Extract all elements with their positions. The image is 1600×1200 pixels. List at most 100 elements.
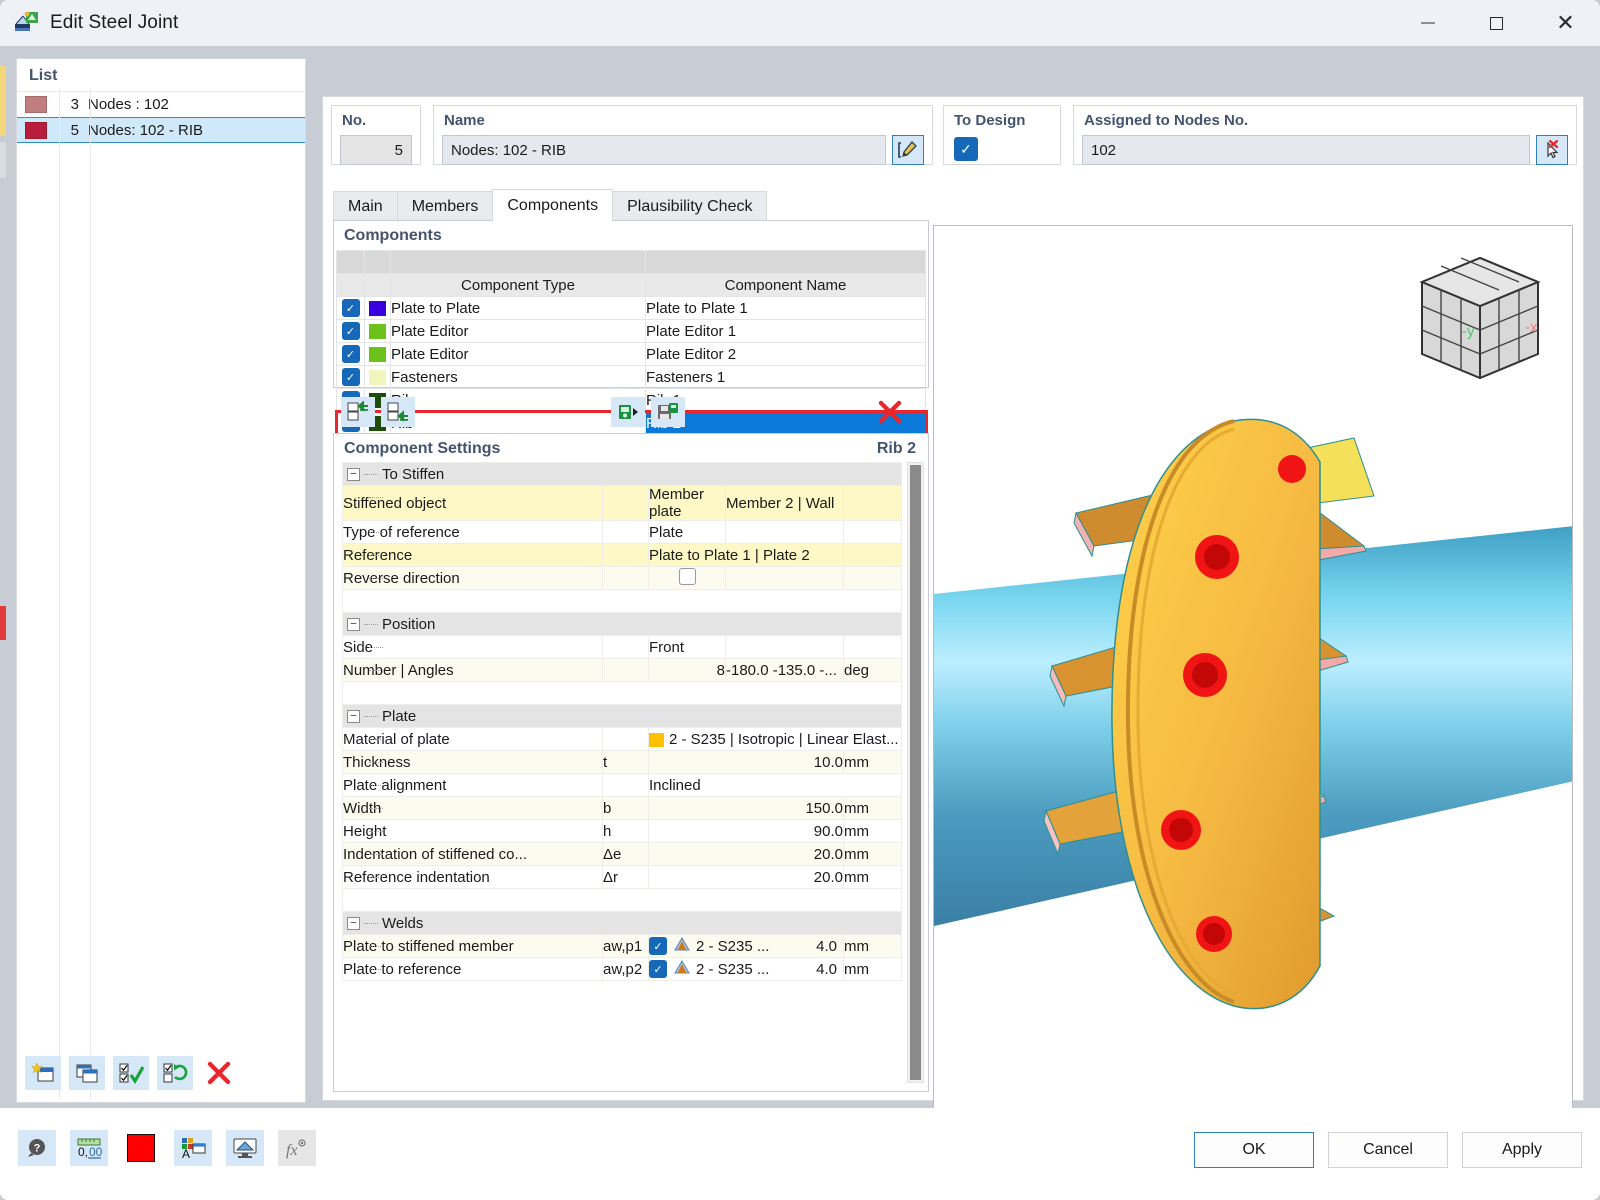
row-value[interactable]: 10.0 [648, 750, 844, 774]
to-design-checkbox[interactable]: ✓ [954, 137, 978, 161]
graphic-print-button[interactable] [226, 1130, 264, 1166]
select-all-button[interactable] [113, 1056, 149, 1090]
delete-component-button[interactable] [873, 397, 907, 427]
settings-row[interactable]: Side Front [342, 635, 902, 659]
collapse-icon[interactable]: − [347, 916, 360, 930]
delete-joint-button[interactable] [201, 1056, 237, 1090]
pencil-edit-icon-button[interactable] [892, 135, 924, 165]
settings-row[interactable]: Width b 150.0 mm [342, 796, 902, 820]
row-value[interactable]: Inclined [648, 773, 902, 797]
row-label: Stiffened object [342, 485, 603, 521]
row-value[interactable]: 150.0 [648, 796, 844, 820]
help-button[interactable]: ? [18, 1130, 56, 1166]
assigned-nodes-input[interactable] [1082, 135, 1530, 165]
apply-button[interactable]: Apply [1462, 1132, 1582, 1168]
settings-row[interactable]: Plate to reference aw,p2 ✓ 2 - S235 ... … [342, 957, 902, 981]
ok-button[interactable]: OK [1194, 1132, 1314, 1168]
weld-material[interactable]: 2 - S235 ... [696, 961, 769, 978]
row-value[interactable]: 8 [648, 658, 726, 682]
row-component-type: Fasteners [390, 365, 646, 389]
row-label: Reference [342, 543, 603, 567]
table-row[interactable]: ✓ Fasteners Fasteners 1 [336, 365, 926, 389]
settings-row[interactable]: Thickness t 10.0 mm [342, 750, 902, 774]
maximize-button[interactable] [1462, 0, 1531, 46]
table-row[interactable]: ✓ Plate Editor Plate Editor 1 [336, 319, 926, 343]
settings-row[interactable]: Plate to stiffened member aw,p1 ✓ 2 - S2… [342, 934, 902, 958]
list-item[interactable]: 5 Nodes: 102 - RIB [17, 117, 305, 143]
group-to-stiffen[interactable]: − To Stiffen [342, 462, 902, 486]
export-component-button[interactable] [651, 397, 685, 427]
collapse-icon[interactable]: − [347, 467, 360, 481]
row-checkbox[interactable]: ✓ [336, 296, 365, 320]
row-unit: mm [843, 934, 902, 958]
collapse-icon[interactable]: − [347, 709, 360, 723]
settings-row[interactable]: Material of plate 2 - S235 | Isotropic |… [342, 727, 902, 751]
row-color-swatch [364, 342, 391, 366]
header-component-name[interactable]: Component Name [645, 273, 926, 297]
settings-row[interactable]: Reference Plate to Plate 1 | Plate 2 [342, 543, 902, 567]
weld-size[interactable]: 4.0 [816, 938, 843, 955]
row-unit: mm [843, 842, 902, 866]
import-component-button[interactable] [611, 397, 645, 427]
row-checkbox[interactable]: ✓ [336, 365, 365, 389]
weld-enable-checkbox[interactable]: ✓ [649, 937, 667, 955]
settings-row[interactable]: Number | Angles 8 -180.0 -135.0 -... deg [342, 658, 902, 682]
model-viewport[interactable]: -y -x [933, 225, 1573, 1110]
copy-joint-button[interactable] [69, 1056, 105, 1090]
group-label: To Stiffen [382, 465, 445, 483]
row-checkbox[interactable]: ✓ [336, 342, 365, 366]
invert-selection-button[interactable] [157, 1056, 193, 1090]
color-button[interactable] [122, 1130, 160, 1166]
table-row[interactable]: ✓ Plate to Plate Plate to Plate 1 [336, 296, 926, 320]
name-input[interactable] [442, 135, 886, 165]
tab-components[interactable]: Components [492, 189, 614, 221]
row-extra[interactable]: Member 2 | Wall [725, 485, 844, 521]
tab-plausibility-check[interactable]: Plausibility Check [612, 191, 768, 221]
material-of-plate-value[interactable]: 2 - S235 | Isotropic | Linear Elast... [648, 727, 902, 751]
row-value[interactable]: Member plate [648, 485, 726, 521]
weld-enable-checkbox[interactable]: ✓ [649, 960, 667, 978]
settings-row[interactable]: Type of reference Plate [342, 520, 902, 544]
header-component-type[interactable]: Component Type [390, 273, 646, 297]
tab-members[interactable]: Members [396, 191, 494, 221]
close-button[interactable]: ✕ [1531, 0, 1600, 46]
group-plate[interactable]: − Plate [342, 704, 902, 728]
row-value[interactable]: 20.0 [648, 865, 844, 889]
new-joint-button[interactable] [25, 1056, 61, 1090]
settings-row[interactable]: Stiffened object Member plate Member 2 |… [342, 485, 902, 521]
list-item[interactable]: 3 Nodes : 102 [17, 91, 305, 117]
row-checkbox[interactable]: ✓ [336, 319, 365, 343]
row-value[interactable]: Front [648, 635, 726, 659]
settings-row[interactable]: Reverse direction [342, 566, 902, 590]
group-position[interactable]: − Position [342, 612, 902, 636]
move-component-up-button[interactable] [341, 397, 375, 427]
cancel-button[interactable]: Cancel [1328, 1132, 1448, 1168]
pick-deselect-cursor-icon-button[interactable] [1536, 135, 1568, 165]
weld-material[interactable]: 2 - S235 ... [696, 938, 769, 955]
minimize-button[interactable] [1393, 0, 1462, 46]
component-settings-subject: Rib 2 [876, 440, 916, 457]
display-properties-button[interactable]: A [174, 1130, 212, 1166]
reverse-direction-checkbox[interactable] [648, 566, 726, 590]
group-welds[interactable]: − Welds [342, 911, 902, 935]
settings-row[interactable]: Height h 90.0 mm [342, 819, 902, 843]
weld-size[interactable]: 4.0 [816, 961, 843, 978]
settings-row[interactable]: Indentation of stiffened co... Δe 20.0 m… [342, 842, 902, 866]
units-and-decimal-places-button[interactable]: 0, 00 [70, 1130, 108, 1166]
row-value[interactable]: Plate [648, 520, 726, 544]
settings-scrollbar[interactable] [907, 462, 924, 1083]
scrollbar-thumb[interactable] [910, 465, 921, 1080]
material-color-swatch [649, 732, 664, 747]
tab-main[interactable]: Main [333, 191, 398, 221]
row-extra[interactable]: -180.0 -135.0 -... [725, 658, 844, 682]
table-row[interactable]: ✓ Plate Editor Plate Editor 2 [336, 342, 926, 366]
row-value[interactable]: 20.0 [648, 842, 844, 866]
row-value[interactable]: Plate to Plate 1 | Plate 2 [648, 543, 844, 567]
settings-row[interactable]: Reference indentation Δr 20.0 mm [342, 865, 902, 889]
row-extra [725, 520, 844, 544]
settings-row[interactable]: Plate alignment Inclined [342, 773, 902, 797]
move-component-down-button[interactable] [381, 397, 415, 427]
header-color-col [364, 273, 391, 297]
collapse-icon[interactable]: − [347, 617, 360, 631]
row-value[interactable]: 90.0 [648, 819, 844, 843]
